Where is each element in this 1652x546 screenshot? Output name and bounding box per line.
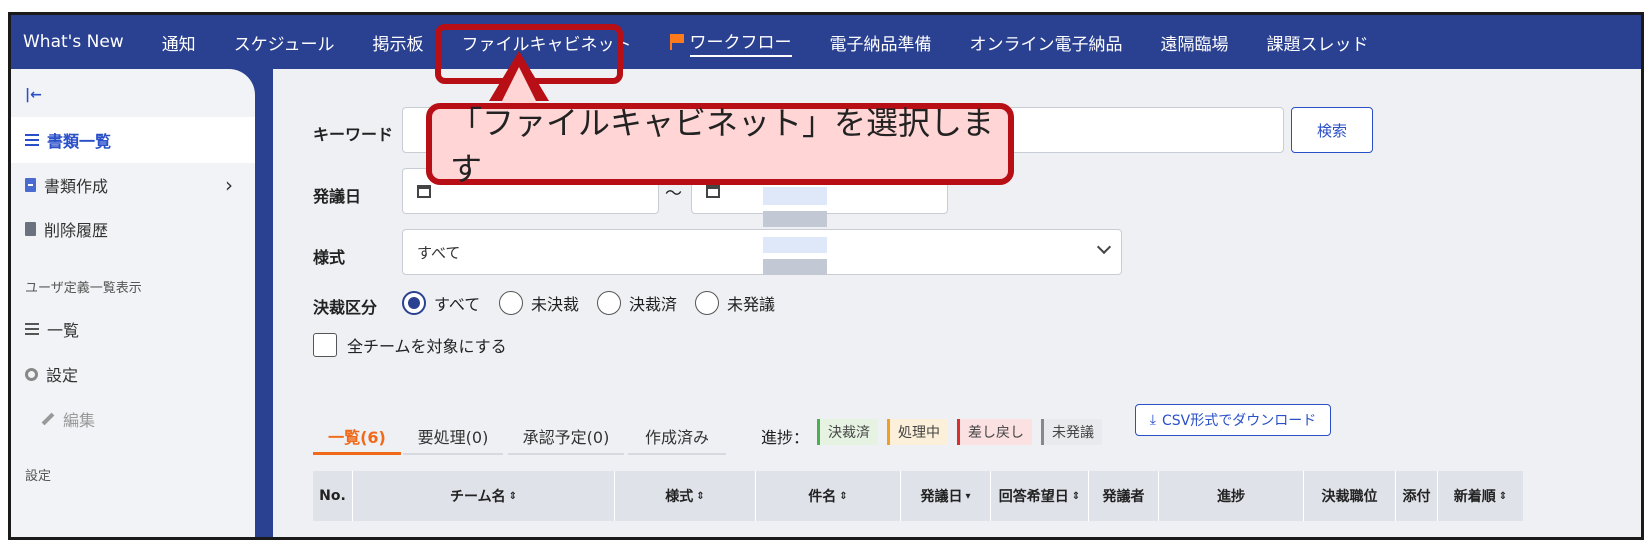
callout-text: 「ファイルキャビネット」を選択します xyxy=(450,104,995,188)
callout-pointer xyxy=(489,51,549,107)
app-window: What's New 通知 スケジュール 掲示板 ファイルキャビネット ワークフ… xyxy=(8,12,1644,540)
callout-box: 「ファイルキャビネット」を選択します xyxy=(426,103,1014,188)
